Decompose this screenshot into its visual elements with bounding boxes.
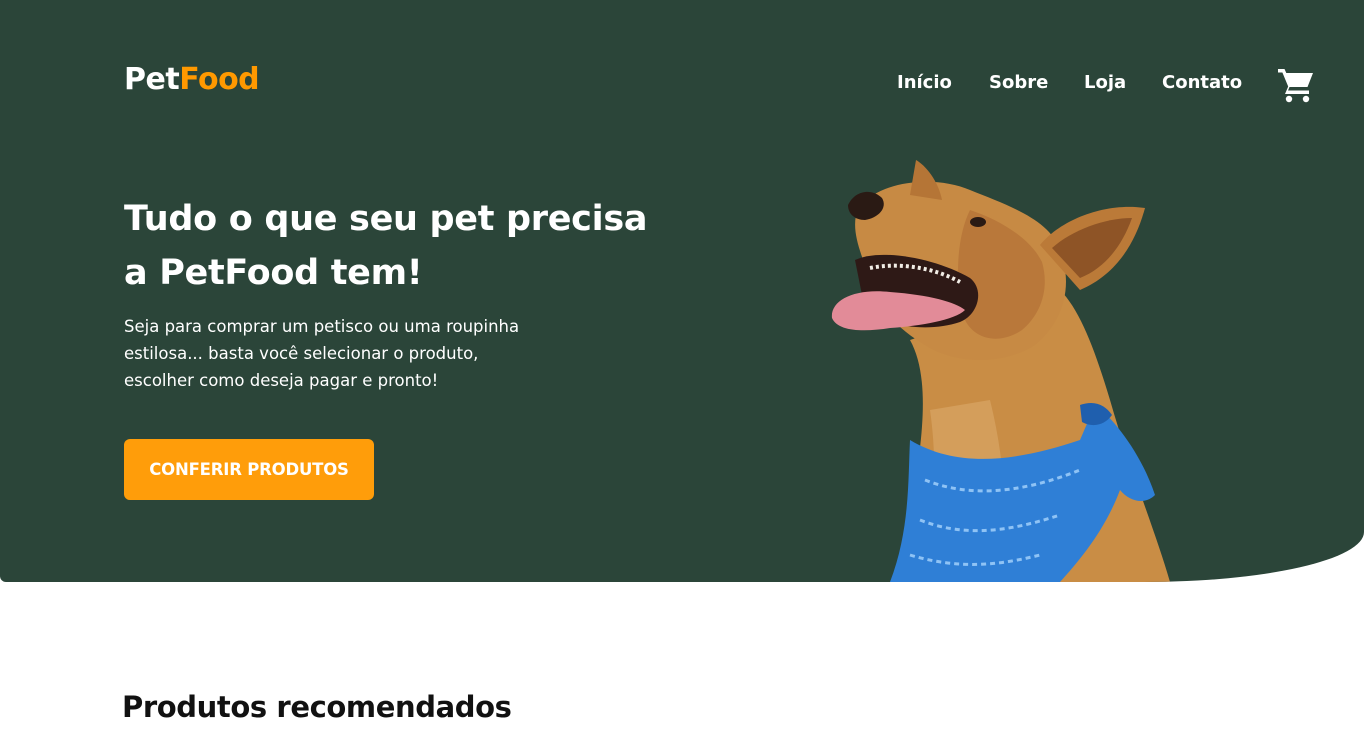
nav-link-contato[interactable]: Contato: [1162, 70, 1242, 96]
shopping-cart-icon[interactable]: [1276, 66, 1316, 104]
dog-with-bandana-image: [760, 150, 1180, 582]
view-products-button[interactable]: CONFERIR PRODUTOS: [124, 439, 374, 500]
hero-headline-line2: a PetFood tem!: [124, 253, 423, 293]
nav-link-sobre[interactable]: Sobre: [989, 70, 1048, 96]
recommended-products-title: Produtos recomendados: [122, 690, 512, 724]
hero-description-line1: Seja para comprar um petisco ou uma roup…: [124, 317, 520, 336]
hero-description-line2: estilosa... basta você selecionar o prod…: [124, 344, 479, 363]
hero-headline-line1: Tudo o que seu pet precisa: [124, 199, 648, 239]
nav-link-inicio[interactable]: Início: [897, 70, 952, 96]
hero-headline: Tudo o que seu pet precisa a PetFood tem…: [124, 192, 664, 300]
hero-description: Seja para comprar um petisco ou uma roup…: [124, 313, 584, 394]
hero-description-line3: escolher como deseja pagar e pronto!: [124, 371, 439, 390]
hero-section: PetFood Início Sobre Loja Contato Tudo o…: [0, 0, 1364, 582]
nav-link-loja[interactable]: Loja: [1084, 70, 1126, 96]
main-nav: Início Sobre Loja Contato: [0, 70, 1364, 96]
